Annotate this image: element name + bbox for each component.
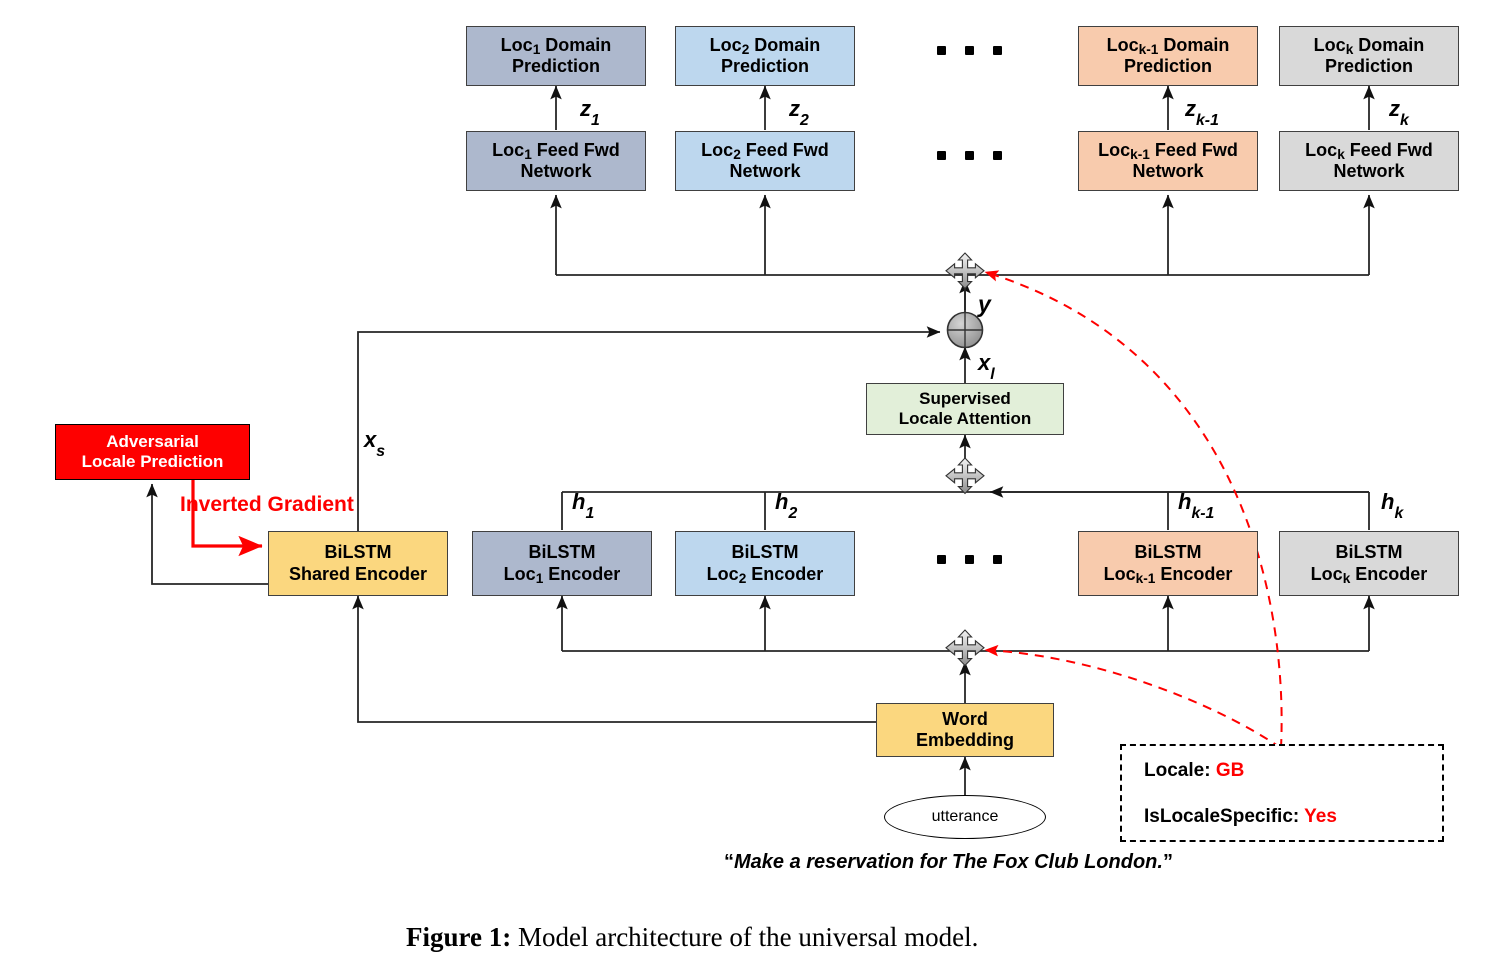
figure-caption-label: Figure 1: bbox=[406, 922, 512, 952]
loc1-feed-fwd-line2: Network bbox=[520, 161, 592, 181]
label-zkm1: zk-1 bbox=[1185, 96, 1219, 129]
utterance-sentence: “Make a reservation for The Fox Club Lon… bbox=[724, 851, 1173, 874]
node-word-embedding[interactable]: Word Embedding bbox=[876, 703, 1054, 757]
node-bilstm-shared-encoder[interactable]: BiLSTM Shared Encoder bbox=[268, 531, 448, 596]
lock-encoder-line2: Lock Encoder bbox=[1310, 563, 1428, 586]
label-zk: zk bbox=[1389, 96, 1409, 129]
loc1-domain-prediction-line2: Prediction bbox=[511, 56, 600, 76]
attention-line2: Locale Attention bbox=[898, 409, 1032, 428]
ellipsis-feedfwd-row bbox=[937, 151, 1002, 160]
label-hkm1: hk-1 bbox=[1178, 489, 1215, 522]
lock-feed-fwd-line1: Lock Feed Fwd bbox=[1305, 139, 1433, 162]
ellipsis-encoder-row bbox=[937, 555, 1002, 564]
adversarial-line2: Locale Prediction bbox=[81, 452, 224, 471]
label-x-s: xs bbox=[364, 427, 386, 460]
sentence-close-quote: ” bbox=[1162, 851, 1173, 873]
label-z2: z2 bbox=[789, 96, 809, 129]
loc2-feed-fwd-line1: Loc2 Feed Fwd bbox=[701, 139, 829, 162]
shared-encoder-line1: BiLSTM bbox=[324, 542, 392, 563]
lockm1-domain-prediction-line2: Prediction bbox=[1123, 56, 1212, 76]
lock-feed-fwd-line2: Network bbox=[1333, 161, 1405, 181]
locale-value: GB bbox=[1215, 760, 1245, 781]
node-lock-bilstm-encoder[interactable]: BiLSTM Lock Encoder bbox=[1279, 531, 1459, 596]
node-lockm1-bilstm-encoder[interactable]: BiLSTM Lock-1 Encoder bbox=[1078, 531, 1258, 596]
sentence-open-quote: “ bbox=[724, 851, 734, 873]
node-lock-domain-prediction[interactable]: Lock Domain Prediction bbox=[1279, 26, 1459, 86]
locale-info-box[interactable]: Locale: GB IsLocaleSpecific: Yes bbox=[1120, 744, 1444, 842]
lockm1-feed-fwd-line1: Lock-1 Feed Fwd bbox=[1098, 139, 1238, 162]
node-adversarial-locale-prediction[interactable]: Adversarial Locale Prediction bbox=[55, 424, 250, 480]
label-h2: h2 bbox=[775, 489, 798, 522]
label-inverted-gradient: Inverted Gradient bbox=[180, 493, 354, 516]
locale-key: Locale: bbox=[1144, 760, 1216, 781]
lockm1-feed-fwd-line2: Network bbox=[1132, 161, 1204, 181]
node-loc2-domain-prediction[interactable]: Loc2 Domain Prediction bbox=[675, 26, 855, 86]
is-locale-specific-key: IsLocaleSpecific: bbox=[1144, 806, 1305, 827]
is-locale-specific-value: Yes bbox=[1304, 806, 1337, 827]
adversarial-line1: Adversarial bbox=[106, 431, 199, 451]
lockm1-encoder-line1: BiLSTM bbox=[1134, 542, 1202, 563]
label-z1: z1 bbox=[580, 96, 600, 129]
label-hk: hk bbox=[1381, 489, 1404, 522]
attention-line1: Supervised bbox=[919, 388, 1011, 408]
loc1-feed-fwd-line1: Loc1 Feed Fwd bbox=[492, 139, 620, 162]
is-locale-specific-row: IsLocaleSpecific: Yes bbox=[1144, 806, 1442, 828]
loc1-domain-prediction-line1: Loc1 Domain bbox=[500, 34, 612, 57]
node-loc1-domain-prediction[interactable]: Loc1 Domain Prediction bbox=[466, 26, 646, 86]
label-x-l: xl bbox=[978, 350, 995, 383]
word-embedding-line2: Embedding bbox=[916, 730, 1014, 750]
figure-caption: Figure 1: Model architecture of the univ… bbox=[406, 922, 978, 953]
node-loc1-bilstm-encoder[interactable]: BiLSTM Loc1 Encoder bbox=[472, 531, 652, 596]
loc2-domain-prediction-line1: Loc2 Domain bbox=[709, 34, 821, 57]
utterance-label: utterance bbox=[931, 808, 999, 825]
label-y: y bbox=[978, 291, 991, 317]
ellipsis-domain-row bbox=[937, 46, 1002, 55]
node-loc2-bilstm-encoder[interactable]: BiLSTM Loc2 Encoder bbox=[675, 531, 855, 596]
node-loc1-feed-fwd-network[interactable]: Loc1 Feed Fwd Network bbox=[466, 131, 646, 191]
word-embedding-line1: Word bbox=[942, 708, 988, 729]
lock-domain-prediction-line2: Prediction bbox=[1324, 56, 1413, 76]
label-h1: h1 bbox=[572, 489, 595, 522]
loc2-encoder-line1: BiLSTM bbox=[731, 542, 799, 563]
lock-domain-prediction-line1: Lock Domain bbox=[1313, 34, 1425, 57]
locale-row: Locale: GB bbox=[1144, 760, 1442, 782]
loc1-encoder-line2: Loc1 Encoder bbox=[503, 563, 621, 586]
node-supervised-locale-attention[interactable]: Supervised Locale Attention bbox=[866, 383, 1064, 435]
node-loc2-feed-fwd-network[interactable]: Loc2 Feed Fwd Network bbox=[675, 131, 855, 191]
node-lockm1-domain-prediction[interactable]: Lock-1 Domain Prediction bbox=[1078, 26, 1258, 86]
node-lockm1-feed-fwd-network[interactable]: Lock-1 Feed Fwd Network bbox=[1078, 131, 1258, 191]
loc2-domain-prediction-line2: Prediction bbox=[720, 56, 809, 76]
sentence-text: Make a reservation for The Fox Club Lond… bbox=[734, 851, 1163, 873]
shared-encoder-line2: Shared Encoder bbox=[288, 563, 428, 584]
node-utterance[interactable]: utterance bbox=[884, 795, 1046, 839]
lockm1-encoder-line2: Lock-1 Encoder bbox=[1103, 563, 1233, 586]
loc1-encoder-line1: BiLSTM bbox=[528, 542, 596, 563]
lockm1-domain-prediction-line1: Lock-1 Domain bbox=[1106, 34, 1230, 57]
node-lock-feed-fwd-network[interactable]: Lock Feed Fwd Network bbox=[1279, 131, 1459, 191]
lock-encoder-line1: BiLSTM bbox=[1335, 542, 1403, 563]
figure-caption-text: Model architecture of the universal mode… bbox=[511, 922, 979, 952]
loc2-feed-fwd-line2: Network bbox=[729, 161, 801, 181]
loc2-encoder-line2: Loc2 Encoder bbox=[706, 563, 824, 586]
